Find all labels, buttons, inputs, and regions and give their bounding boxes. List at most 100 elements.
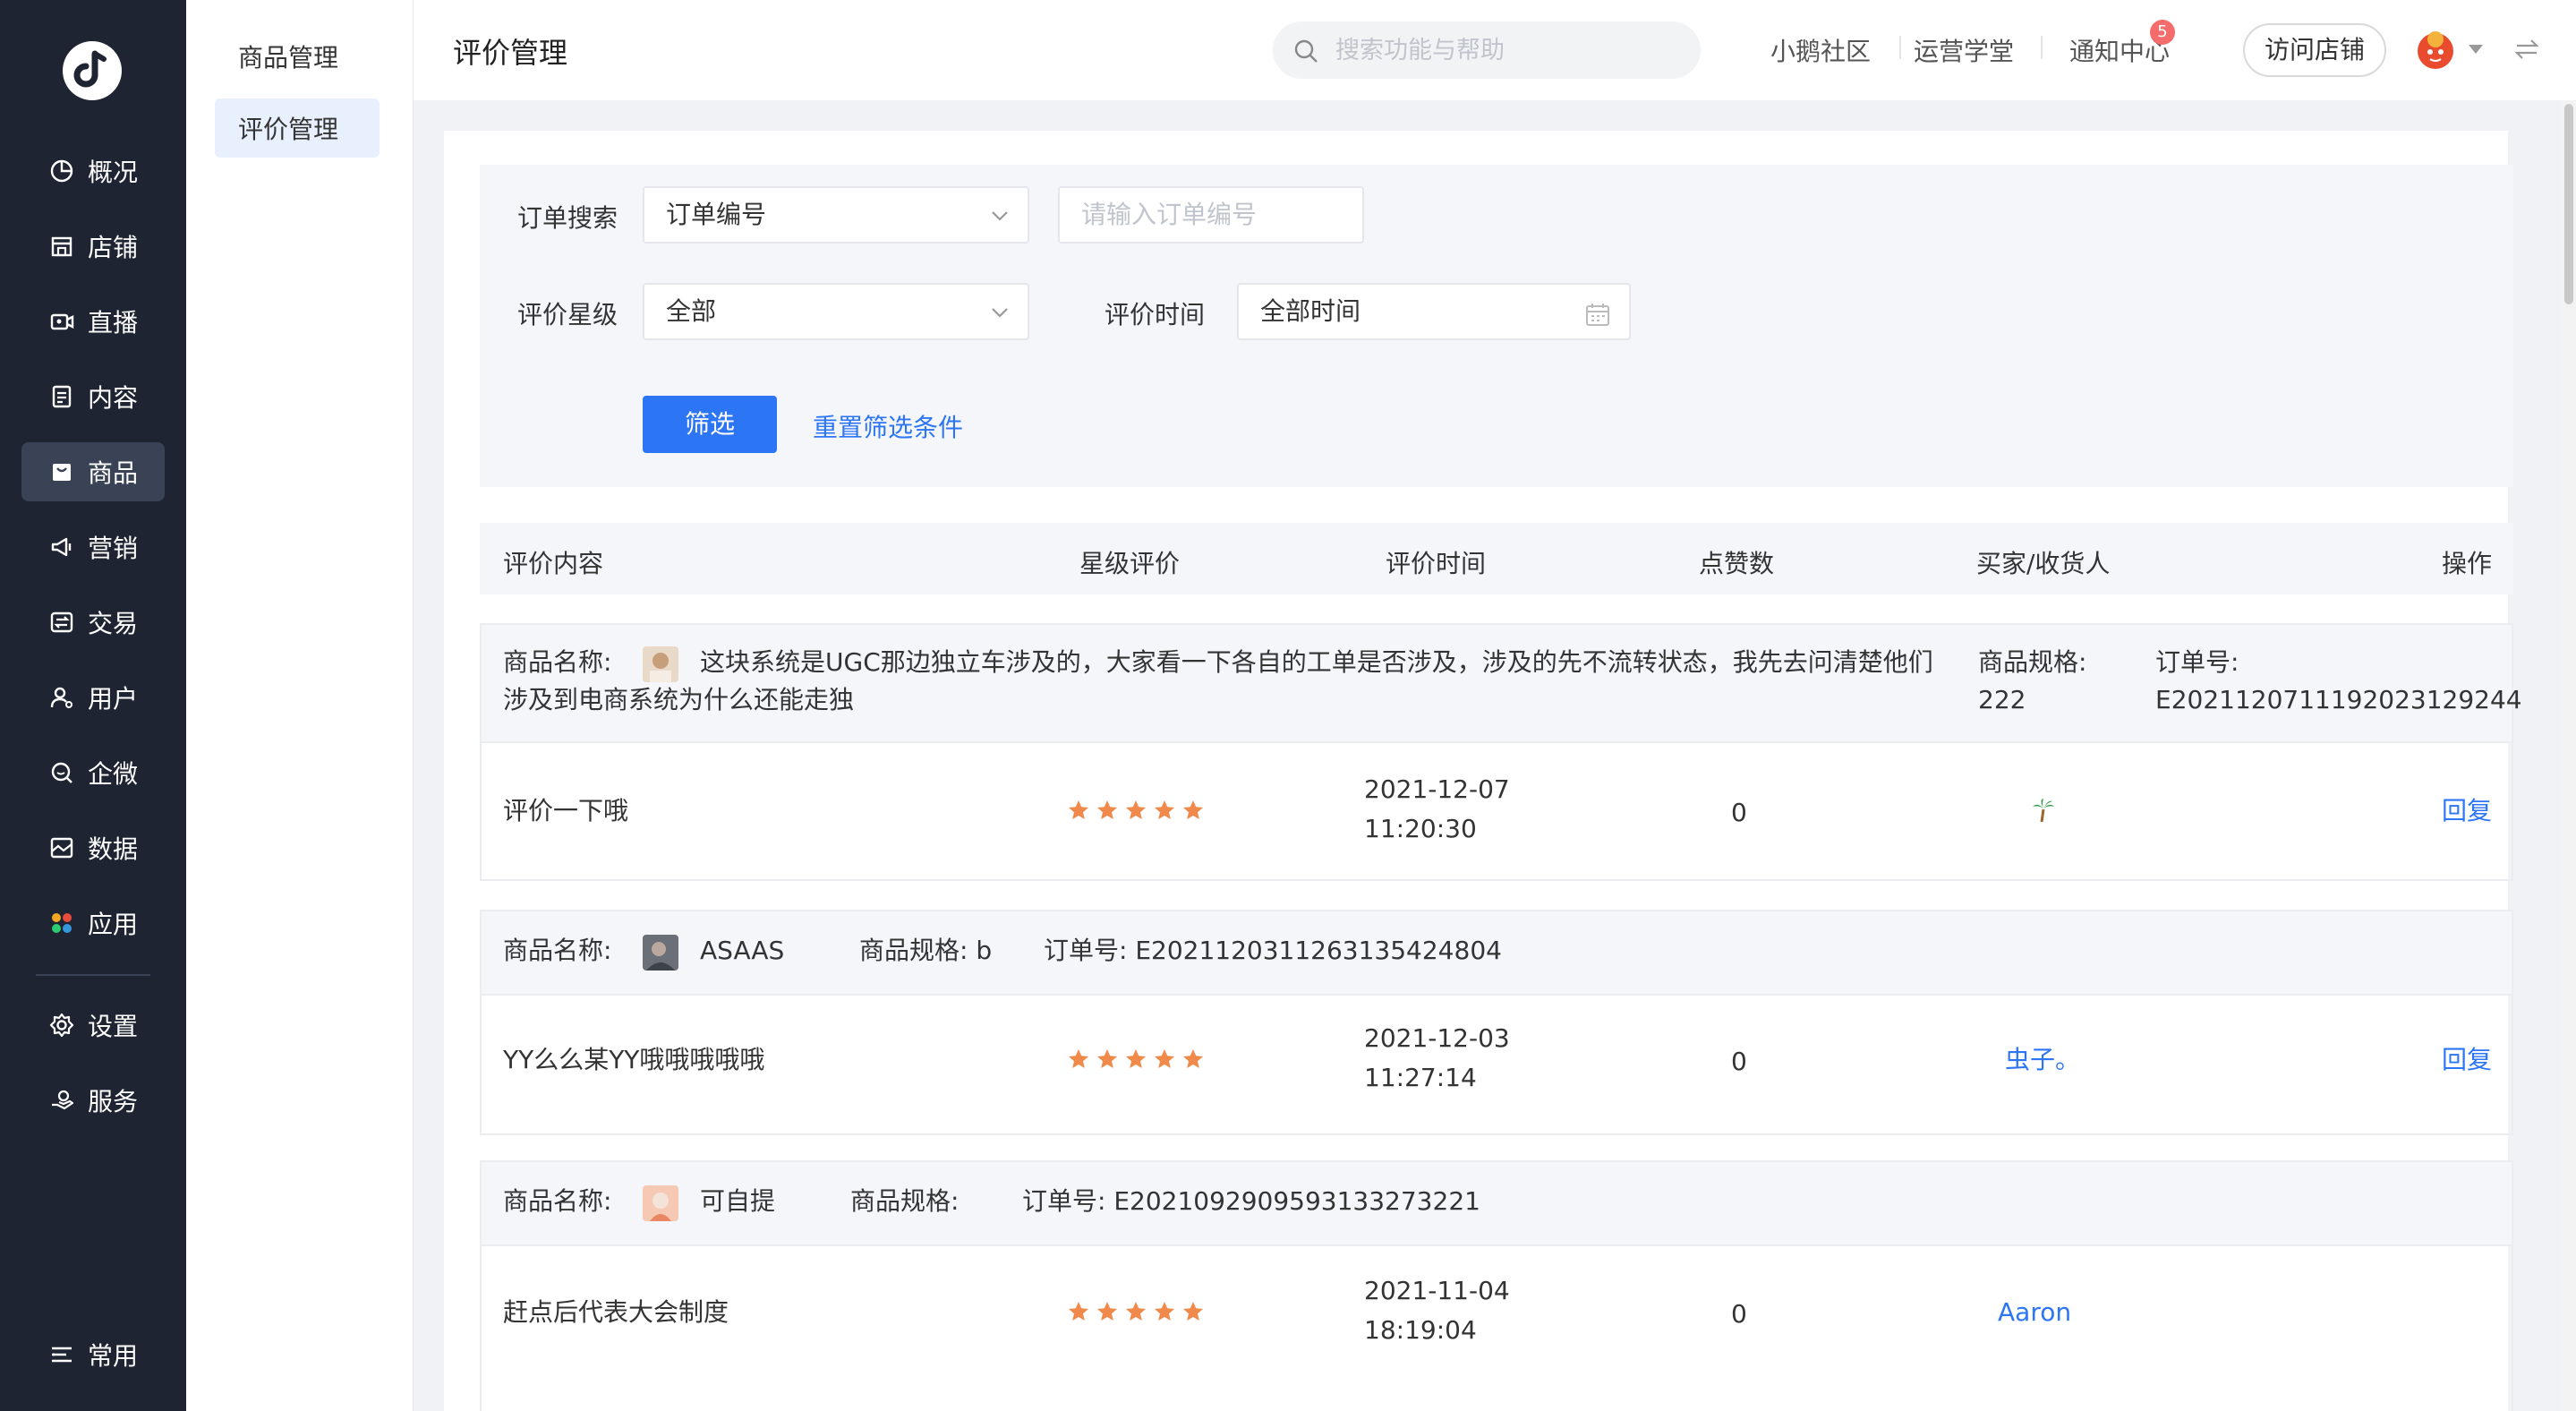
app-logo[interactable] — [63, 41, 122, 100]
nav-label: 概况 — [88, 158, 139, 187]
nav-item-goods[interactable]: 商品 — [21, 442, 165, 501]
like-count: 0 — [1731, 1047, 1747, 1076]
chevron-down-icon[interactable] — [2467, 43, 2485, 56]
subnav-label: 商品管理 — [238, 43, 339, 73]
order-type-select[interactable]: 订单编号 — [643, 186, 1029, 244]
nav-item-frequent[interactable]: 常用 — [21, 1325, 165, 1384]
apps-grid-icon — [48, 910, 75, 936]
nav-item-apps[interactable]: 应用 — [21, 894, 165, 953]
rating-select[interactable]: 全部 — [643, 283, 1029, 340]
product-name: 这块系统是UGC那边独立车涉及的，大家看一下各自的工单是否涉及，涉及的先不流转状… — [700, 647, 1933, 677]
buyer-name[interactable]: Aaron — [1998, 1293, 2071, 1332]
search-icon — [1294, 39, 1318, 63]
star-icon — [1155, 800, 1174, 819]
nav-label: 店铺 — [88, 233, 139, 262]
reply-button[interactable]: 回复 — [2442, 1040, 2492, 1080]
review-group-header: 商品名称: ASAAS 商品规格: b 订单号: E20211203112631… — [482, 911, 2512, 996]
link-community[interactable]: 小鹅社区 — [1770, 32, 1871, 68]
nav-item-overview[interactable]: 概况 — [21, 141, 165, 201]
review-time-label: 评价时间 — [1105, 300, 1206, 329]
nav-item-service[interactable]: 服务 — [21, 1071, 165, 1130]
product-name: ASAAS — [700, 936, 785, 965]
nav-item-data[interactable]: 数据 — [21, 818, 165, 877]
exchange-icon — [48, 609, 75, 636]
nav-label: 应用 — [88, 910, 139, 939]
service-hand-icon — [48, 1087, 75, 1114]
visit-store-button[interactable]: 访问店铺 — [2243, 23, 2386, 77]
star-icon — [1155, 1302, 1174, 1321]
product-thumbnail[interactable] — [643, 646, 678, 682]
buyer-name[interactable]: 虫子。 — [2005, 1040, 2080, 1080]
subnav-item-goods-management[interactable]: 商品管理 — [215, 27, 380, 86]
star-icon — [1183, 800, 1203, 819]
product-thumbnail[interactable] — [643, 1185, 678, 1221]
review-time: 11:27:14 — [1364, 1063, 1477, 1092]
nav-item-live[interactable]: 直播 — [21, 292, 165, 351]
review-time-value: 全部时间 — [1260, 296, 1361, 326]
page-scrollbar[interactable] — [2562, 100, 2576, 1411]
star-icon — [1069, 1302, 1088, 1321]
nav-item-wecom[interactable]: 企微 — [21, 743, 165, 802]
header-divider — [2041, 36, 2043, 59]
star-icon — [1126, 1049, 1146, 1068]
nav-label: 服务 — [88, 1087, 139, 1116]
review-date: 2021-12-03 — [1364, 1023, 1510, 1053]
column-header: 评价时间 — [1386, 549, 1487, 578]
product-label: 商品名称: — [503, 1186, 612, 1216]
page-title: 评价管理 — [453, 36, 568, 70]
nav-label: 直播 — [88, 308, 139, 338]
table-header: 评价内容 星级评价 评价时间 点赞数 买家/收货人 操作 — [480, 523, 2513, 594]
rating-label: 评价星级 — [517, 300, 618, 329]
column-header: 评价内容 — [503, 549, 604, 578]
secondary-sidebar: 商品管理 评价管理 — [186, 0, 414, 1411]
star-rating — [1067, 799, 1205, 822]
nav-item-user[interactable]: 用户 — [21, 668, 165, 727]
document-icon — [48, 383, 75, 410]
product-thumbnail[interactable] — [643, 935, 678, 971]
scrollbar-thumb[interactable] — [2564, 104, 2573, 304]
reset-filter-link[interactable]: 重置筛选条件 — [813, 408, 963, 444]
nav-item-store[interactable]: 店铺 — [21, 217, 165, 276]
review-date: 2021-12-07 — [1364, 774, 1510, 804]
nav-label: 数据 — [88, 834, 139, 864]
palm-tree-icon[interactable] — [2030, 797, 2057, 824]
star-icon — [1183, 1302, 1203, 1321]
chevron-down-icon — [992, 308, 1008, 318]
spec-text: 商品规格: — [850, 1186, 960, 1216]
subnav-item-review-management[interactable]: 评价管理 — [215, 98, 380, 158]
review-group: 商品名称: 这块系统是UGC那边独立车涉及的，大家看一下各自的工单是否涉及，涉及… — [480, 623, 2522, 881]
reply-button[interactable]: 回复 — [2442, 791, 2492, 831]
user-icon — [48, 684, 75, 711]
link-academy[interactable]: 运营学堂 — [1914, 32, 2014, 68]
star-icon — [1155, 1049, 1174, 1068]
nav-label: 用户 — [88, 684, 139, 714]
user-avatar[interactable] — [2415, 29, 2456, 70]
order-number-input[interactable]: 请输入订单编号 — [1058, 186, 1364, 244]
review-text: 评价一下哦 — [503, 796, 629, 825]
star-rating — [1067, 1300, 1205, 1323]
chat-bubble-icon — [48, 759, 75, 786]
column-header: 星级评价 — [1079, 549, 1181, 578]
review-time-picker[interactable]: 全部时间 — [1237, 283, 1631, 340]
search-box[interactable] — [1273, 21, 1701, 79]
order-search-label: 订单搜索 — [517, 203, 618, 233]
nav-label: 商品 — [88, 458, 139, 488]
switch-arrows-icon[interactable] — [2513, 36, 2540, 63]
data-image-icon — [48, 834, 75, 861]
search-input[interactable] — [1335, 21, 1685, 79]
review-group: 商品名称: ASAAS 商品规格: b 订单号: E20211203112631… — [480, 910, 2513, 1135]
nav-item-settings[interactable]: 设置 — [21, 996, 165, 1055]
nav-item-content[interactable]: 内容 — [21, 367, 165, 426]
nav-label: 常用 — [88, 1341, 139, 1371]
column-header: 买家/收货人 — [1976, 549, 2111, 578]
gear-icon — [48, 1012, 75, 1039]
pie-chart-icon — [48, 158, 75, 184]
filter-button[interactable]: 筛选 — [643, 396, 777, 453]
nav-item-marketing[interactable]: 营销 — [21, 517, 165, 577]
nav-item-trade[interactable]: 交易 — [21, 593, 165, 652]
rating-value: 全部 — [666, 296, 717, 326]
store-icon — [48, 233, 75, 260]
star-icon — [1069, 1049, 1088, 1068]
star-rating — [1067, 1048, 1205, 1071]
review-date: 2021-11-04 — [1364, 1276, 1510, 1305]
